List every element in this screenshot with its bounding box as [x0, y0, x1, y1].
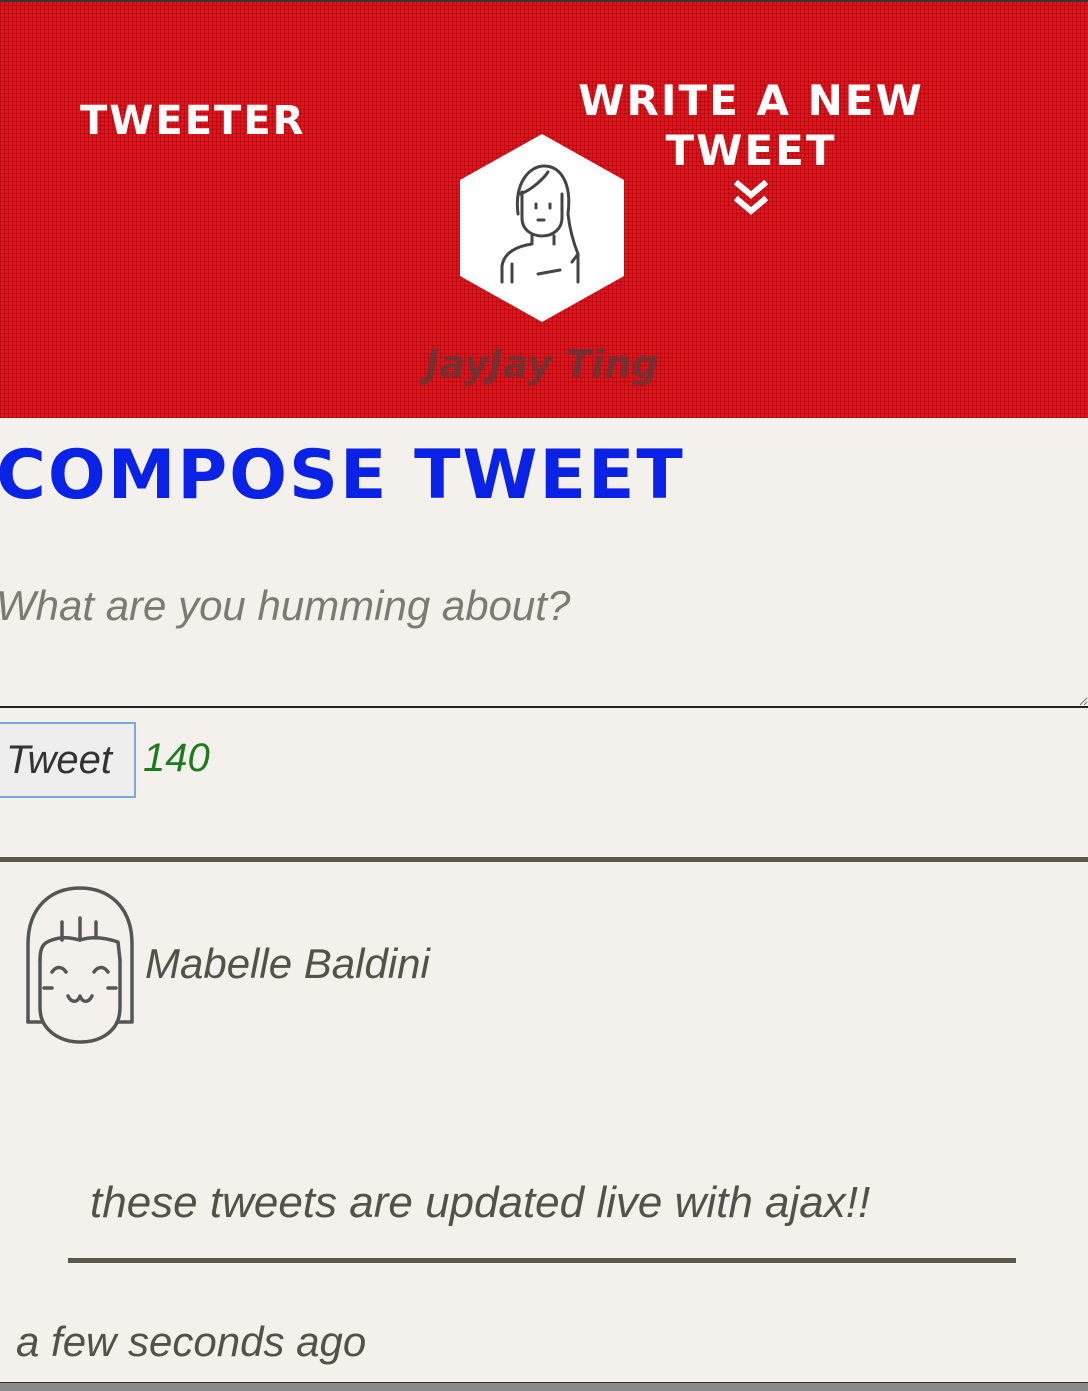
tweet-textarea[interactable] — [0, 570, 1088, 708]
double-chevron-down-icon[interactable] — [734, 180, 768, 220]
compose-title: COMPOSE TWEET — [0, 436, 685, 515]
brand-logo[interactable]: TWEETER — [80, 98, 305, 144]
tweet-submit-button[interactable]: Tweet — [0, 722, 136, 798]
tweet-author-avatar-icon — [26, 886, 134, 1044]
tweet-divider — [68, 1258, 1016, 1263]
tweet-content: these tweets are updated live with ajax!… — [90, 1178, 871, 1227]
profile-name: JayJay Ting — [425, 342, 659, 386]
char-counter: 140 — [143, 736, 210, 780]
tweet-timestamp: a few seconds ago — [16, 1318, 367, 1365]
tweet-author-name: Mabelle Baldini — [145, 940, 430, 987]
site-header: TWEETER WRITE A NEW TWEET JayJay Ting — [0, 0, 1088, 418]
profile-avatar-icon — [460, 134, 624, 322]
section-divider — [0, 857, 1088, 862]
